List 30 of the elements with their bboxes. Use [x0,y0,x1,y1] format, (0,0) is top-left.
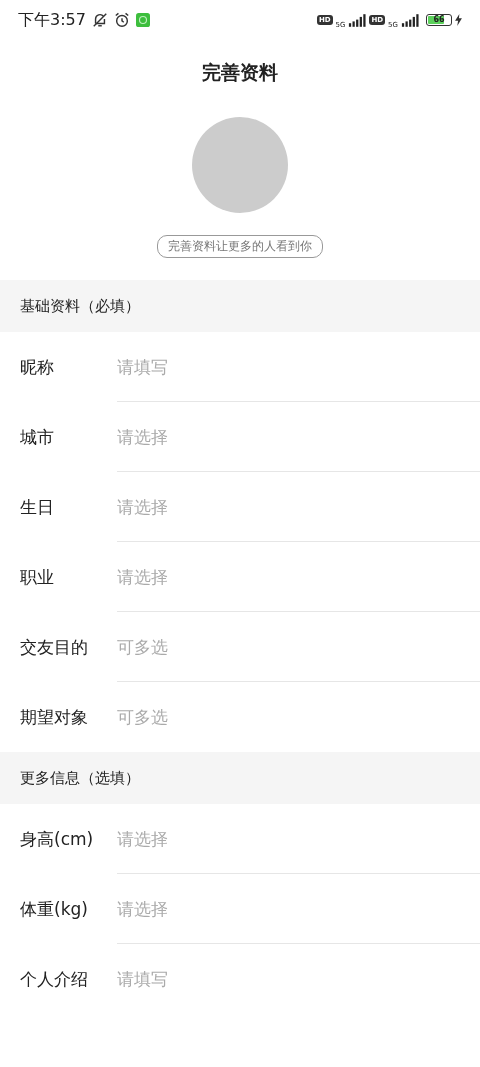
battery-reading: 66 [432,15,446,24]
section-header: 更多信息（选填） [0,752,480,804]
input-field[interactable]: 请选择 [117,496,317,517]
app-notification-icon [135,13,150,27]
field-label: 交友目的 [19,636,89,659]
profile-hint-tag: 完善资料让更多的人看到你 [157,235,323,258]
field-label: 身高(cm) [19,828,95,851]
muted-bell-icon [91,12,108,28]
input-field[interactable]: 请选择 [117,828,317,849]
alarm-clock-icon [113,12,130,28]
input-field[interactable]: 请选择 [117,898,317,919]
field-label: 职业 [19,566,55,589]
field-label: 昵称 [19,356,55,379]
input-field[interactable]: 请填写 [117,356,317,377]
section-header: 基础资料（必填） [0,280,480,332]
field-label: 个人介绍 [19,968,89,991]
input-field[interactable]: 可多选 [117,636,317,657]
input-field[interactable]: 请填写 [117,969,317,989]
page-title: 完善资料 [201,60,279,85]
field-label: 生日 [19,496,55,519]
signal-icon [348,13,367,27]
input-field[interactable]: 请选择 [117,426,317,447]
field-label: 体重(kg) [19,898,89,921]
charging-icon [455,14,462,26]
field-label: 期望对象 [19,706,89,729]
input-field[interactable]: 请选择 [117,566,317,587]
signal-icon [401,13,419,27]
input-field[interactable]: 可多选 [117,707,317,727]
field-label: 城市 [19,426,55,449]
status-time: 下午3:57 [18,9,86,31]
